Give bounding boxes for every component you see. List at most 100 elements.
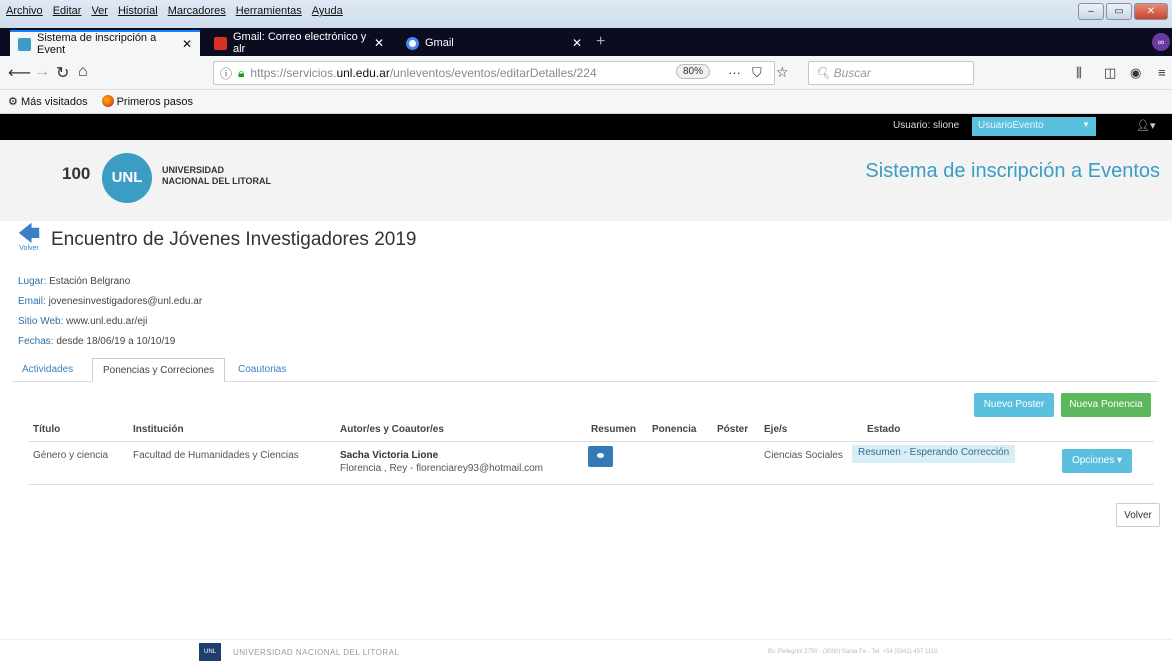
event-title: Encuentro de Jóvenes Investigadores 2019 bbox=[51, 229, 417, 250]
reload-icon[interactable]: ↻ bbox=[56, 63, 69, 83]
tab-gmail[interactable]: Gmail ✕ bbox=[398, 30, 590, 56]
info-sitio-web: Sitio Web: www.unl.edu.ar/eji bbox=[18, 316, 147, 327]
cell-coautores: Florencia , Rey - florenciarey93@hotmail… bbox=[340, 463, 544, 474]
bookmark-primeros-pasos[interactable]: Primeros pasos bbox=[101, 95, 193, 108]
site-topbar: Usuario: slione UsuarioEvento ▼ 👤︎▾ bbox=[0, 114, 1172, 140]
logo-text-line2: NACIONAL DEL LITORAL bbox=[162, 176, 272, 186]
close-window-button[interactable]: ✕ bbox=[1134, 3, 1168, 20]
close-tab-icon[interactable]: ✕ bbox=[572, 36, 582, 50]
nuevo-poster-button[interactable]: Nuevo Poster bbox=[974, 393, 1054, 417]
opciones-dropdown-button[interactable]: Opciones ▾ bbox=[1062, 449, 1132, 473]
menu-herramientas[interactable]: Herramientas bbox=[236, 5, 302, 17]
ver-resumen-button[interactable] bbox=[588, 446, 613, 467]
site-header: 100 UNL UNIVERSIDAD NACIONAL DEL LITORAL… bbox=[0, 140, 1172, 221]
tab-title: Gmail bbox=[425, 37, 454, 49]
opciones-label: Opciones bbox=[1071, 455, 1115, 466]
col-resumen: Resumen bbox=[591, 424, 637, 435]
tab-coautorias[interactable]: Coautorias bbox=[228, 358, 296, 382]
hamburger-menu-icon[interactable]: ≡ bbox=[1158, 65, 1166, 80]
footer-logo: UNL bbox=[199, 643, 221, 661]
info-key: Sitio Web: bbox=[18, 316, 64, 327]
browser-tab-bar: Sistema de inscripción a Event ✕ Gmail: … bbox=[0, 28, 1172, 56]
info-key: Email: bbox=[18, 296, 46, 307]
arrow-left-icon: 🡄 bbox=[17, 221, 41, 246]
tab-sistema-inscripcion[interactable]: Sistema de inscripción a Event ✕ bbox=[10, 30, 200, 56]
col-estado: Estado bbox=[867, 424, 901, 435]
bookmark-star-icon[interactable]: ☆ bbox=[776, 64, 789, 81]
role-select-value: UsuarioEvento bbox=[978, 120, 1044, 131]
browser-menubar: Archivo Editar Ver Historial Marcadores … bbox=[0, 0, 1172, 30]
tab-ponencias-correciones[interactable]: Ponencias y Correciones bbox=[92, 358, 226, 382]
info-key: Fechas: bbox=[18, 336, 54, 347]
close-tab-icon[interactable]: ✕ bbox=[374, 36, 384, 50]
back-link[interactable]: 🡄 Volver bbox=[14, 221, 44, 253]
tab-actividades[interactable]: Actividades bbox=[12, 358, 83, 382]
info-lugar: Lugar: Estación Belgrano bbox=[18, 276, 130, 287]
info-value: www.unl.edu.ar/eji bbox=[66, 316, 148, 327]
table-row-divider bbox=[28, 484, 1154, 485]
menu-bar-items: Archivo Editar Ver Historial Marcadores … bbox=[6, 5, 343, 17]
menu-ver[interactable]: Ver bbox=[91, 5, 108, 17]
gear-icon: ⚙ bbox=[8, 96, 18, 108]
footer-name: UNIVERSIDAD NACIONAL DEL LITORAL bbox=[233, 648, 400, 657]
col-ejes: Eje/s bbox=[764, 424, 788, 435]
search-input[interactable]: 🔍︎ Buscar bbox=[808, 61, 974, 85]
tab-gmail-correo[interactable]: Gmail: Correo electrónico y alr ✕ bbox=[206, 30, 392, 56]
library-icon[interactable]: ⫼ bbox=[1076, 65, 1082, 81]
unl-logo[interactable]: UNL bbox=[102, 153, 152, 203]
col-autores: Autor/es y Coautor/es bbox=[340, 424, 444, 435]
back-icon[interactable]: ⟵ bbox=[8, 63, 31, 83]
browser-navbar: ⟵ → ↻ ⌂ ⓘ 🔒︎ https://servicios.unl.edu.a… bbox=[0, 56, 1172, 90]
col-poster: Póster bbox=[717, 424, 749, 435]
minimize-button[interactable]: – bbox=[1078, 3, 1104, 20]
unl-favicon-icon bbox=[18, 37, 31, 51]
info-value: desde 18/06/19 a 10/10/19 bbox=[56, 336, 176, 347]
col-titulo: Título bbox=[33, 424, 61, 435]
site-footer: UNL UNIVERSIDAD NACIONAL DEL LITORAL Bv.… bbox=[0, 639, 1172, 665]
zoom-indicator[interactable]: 80% bbox=[676, 64, 711, 79]
bookmarks-toolbar: ⚙ Más visitados Primeros pasos bbox=[0, 90, 1172, 114]
new-tab-icon[interactable]: + bbox=[596, 33, 605, 51]
col-ponencia: Ponencia bbox=[652, 424, 697, 435]
cell-titulo: Género y ciencia bbox=[33, 450, 109, 461]
tab-title: Sistema de inscripción a Event bbox=[37, 32, 157, 56]
menu-editar[interactable]: Editar bbox=[53, 5, 82, 17]
menu-archivo[interactable]: Archivo bbox=[6, 5, 43, 17]
system-title: Sistema de inscripción a Eventos bbox=[865, 160, 1160, 182]
tab-title: Gmail: Correo electrónico y alr bbox=[233, 31, 367, 55]
url-text: https://servicios.unl.edu.ar/unleventos/… bbox=[250, 66, 597, 80]
user-label: Usuario: slione bbox=[893, 120, 960, 131]
extension-icon[interactable]: ∞ bbox=[1152, 33, 1170, 51]
caret-down-icon: ▾ bbox=[1117, 455, 1123, 466]
menu-ayuda[interactable]: Ayuda bbox=[312, 5, 343, 17]
home-icon[interactable]: ⌂ bbox=[78, 63, 88, 81]
user-menu-icon[interactable]: 👤︎▾ bbox=[1136, 119, 1156, 132]
pocket-icon[interactable]: ⛉ bbox=[752, 65, 762, 81]
bookmark-mas-visitados[interactable]: ⚙ Más visitados bbox=[8, 95, 88, 108]
cell-autor: Sacha Victoria Lione bbox=[340, 450, 439, 461]
footer-address: Bv. Pellegrini 2750 - (3000) Santa Fe - … bbox=[768, 649, 938, 655]
lock-icon: 🔒︎ bbox=[238, 65, 245, 80]
col-institucion: Institución bbox=[133, 424, 184, 435]
account-icon[interactable]: ◉ bbox=[1130, 65, 1141, 81]
sidebar-icon[interactable]: ◫ bbox=[1104, 65, 1116, 81]
volver-button[interactable]: Volver bbox=[1116, 503, 1160, 527]
page-actions-icon[interactable]: ··· bbox=[728, 65, 741, 80]
info-fechas: Fechas: desde 18/06/19 a 10/10/19 bbox=[18, 336, 175, 347]
cell-institucion: Facultad de Humanidades y Ciencias bbox=[133, 450, 299, 461]
window-controls: – ▭ ✕ bbox=[1078, 3, 1168, 20]
info-email: Email: jovenesinvestigadores@unl.edu.ar bbox=[18, 296, 202, 307]
info-value: Estación Belgrano bbox=[49, 276, 131, 287]
menu-historial[interactable]: Historial bbox=[118, 5, 158, 17]
maximize-button[interactable]: ▭ bbox=[1106, 3, 1132, 20]
nueva-ponencia-button[interactable]: Nueva Ponencia bbox=[1061, 393, 1151, 417]
role-select[interactable]: UsuarioEvento ▼ bbox=[972, 117, 1096, 136]
close-tab-icon[interactable]: ✕ bbox=[182, 37, 192, 51]
menu-marcadores[interactable]: Marcadores bbox=[168, 5, 226, 17]
table-header-divider bbox=[28, 441, 1154, 442]
forward-icon[interactable]: → bbox=[34, 63, 50, 81]
event-tabs: Actividades Ponencias y Correciones Coau… bbox=[12, 356, 1158, 382]
info-key: Lugar: bbox=[18, 276, 47, 287]
caret-down-icon: ▼ bbox=[1082, 120, 1090, 129]
info-icon[interactable]: ⓘ bbox=[220, 65, 232, 82]
